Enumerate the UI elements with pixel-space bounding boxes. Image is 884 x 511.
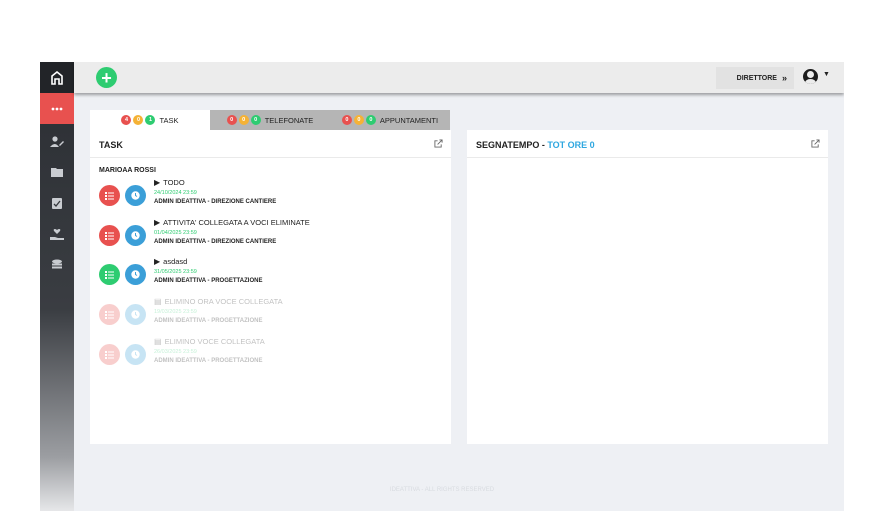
divider [467, 157, 828, 158]
task-title: asdasd [163, 257, 188, 266]
clock-icon[interactable] [125, 225, 146, 246]
sidebar-item-care[interactable] [40, 220, 74, 248]
count-badge-red: 4 [121, 115, 132, 125]
tab-label: TASK [159, 115, 179, 125]
clock-icon[interactable] [125, 185, 146, 206]
role-label: DIRETTORE [736, 74, 777, 82]
clock-icon[interactable] [125, 304, 146, 325]
top-bar: + DIRETTORE » ▼ [74, 62, 844, 93]
chevron-down-icon[interactable]: ▼ [823, 71, 830, 78]
avatar[interactable] [803, 69, 818, 84]
panel-title: TASK [99, 140, 123, 150]
logo[interactable] [40, 62, 74, 93]
count-badge-green: 0 [365, 115, 376, 125]
tab-task[interactable]: 4 0 1 TASK [90, 110, 210, 130]
count-badge-green: 1 [145, 115, 156, 125]
task-date: 31/05/2025 23:59 [154, 269, 197, 275]
task-assignee: ADMIN IDEATTIVA - PROGETTAZIONE [154, 318, 263, 324]
task-item[interactable]: ▶ asdasd 31/05/2025 23:59 ADMIN IDEATTIVA… [99, 257, 419, 293]
count-badge-yellow: 0 [238, 115, 249, 125]
task-date: 24/10/2024 23:59 [154, 190, 197, 196]
count-badge-yellow: 0 [133, 115, 144, 125]
task-panel: TASK MARIOAA ROSSI ▶ TODO 24/10/2024 23:5… [90, 130, 451, 444]
folder-icon [51, 168, 63, 177]
task-item[interactable]: ▶ ATTIVITA' COLLEGATA A VOCI ELIMINATE 01… [99, 218, 419, 254]
add-button[interactable]: + [96, 67, 117, 88]
count-badge-red: 0 [226, 115, 237, 125]
task-title: ELIMINO VOCE COLLEGATA [164, 337, 265, 346]
list-icon[interactable] [99, 264, 120, 285]
tab-label: TELEFONATE [264, 115, 314, 125]
play-circle-icon: ▶ [154, 257, 161, 266]
sidebar-item-tasks[interactable] [40, 189, 74, 217]
house-logo-icon [51, 70, 63, 85]
total-hours: TOT ORE 0 [547, 140, 595, 150]
tab-appuntamenti[interactable]: 0 0 0 APPUNTAMENTI [330, 110, 450, 130]
task-date: 19/03/2025 23:59 [154, 309, 197, 315]
task-title: TODO [163, 178, 185, 187]
user-edit-icon [50, 136, 64, 147]
role-selector[interactable]: DIRETTORE » [716, 67, 794, 89]
sidebar-item-menu[interactable] [40, 93, 74, 124]
task-assignee: ADMIN IDEATTIVA - PROGETTAZIONE [154, 358, 263, 364]
footer: IDEATTIVA - ALL RIGHTS RESERVED [389, 487, 495, 493]
list-icon[interactable] [99, 185, 120, 206]
clipboard-check-icon [52, 198, 62, 209]
document-icon: ▤ [154, 297, 162, 306]
external-link-icon[interactable] [434, 139, 443, 148]
panel-title-text: SEGNATEMPO - [476, 140, 548, 150]
hand-heart-icon [50, 229, 64, 240]
divider [90, 157, 451, 158]
double-chevron-right-icon: » [781, 73, 787, 83]
task-title: ELIMINO ORA VOCE COLLEGATA [164, 297, 283, 306]
sidebar-item-users[interactable] [40, 128, 74, 156]
tab-label: APPUNTAMENTI [379, 115, 439, 125]
play-circle-icon: ▶ [154, 178, 161, 187]
app-window: + DIRETTORE » ▼ 4 0 1 TASK 0 0 0 TELEFON… [40, 62, 844, 511]
task-item[interactable]: ▤ ELIMINO VOCE COLLEGATA 26/03/2025 23:59… [99, 337, 419, 373]
play-circle-icon: ▶ [154, 218, 161, 227]
external-link-icon[interactable] [811, 139, 820, 148]
task-date: 26/03/2025 23:59 [154, 349, 197, 355]
task-item[interactable]: ▤ ELIMINO ORA VOCE COLLEGATA 19/03/2025 2… [99, 297, 419, 333]
list-icon[interactable] [99, 344, 120, 365]
segnatempo-panel: SEGNATEMPO - TOT ORE 0 [467, 130, 828, 444]
document-icon: ▤ [154, 337, 162, 346]
list-icon[interactable] [99, 225, 120, 246]
tab-telefonate[interactable]: 0 0 0 TELEFONATE [210, 110, 330, 130]
clock-icon[interactable] [125, 344, 146, 365]
sidebar [40, 62, 74, 511]
panel-title: SEGNATEMPO - TOT ORE 0 [476, 140, 595, 150]
sidebar-item-finance[interactable] [40, 251, 74, 279]
task-assignee: ADMIN IDEATTIVA - DIREZIONE CANTIERE [154, 239, 277, 245]
task-date: 01/04/2025 23:59 [154, 230, 197, 236]
count-badge-red: 0 [341, 115, 352, 125]
count-badge-yellow: 0 [353, 115, 364, 125]
count-badge-green: 0 [250, 115, 261, 125]
task-title: ATTIVITA' COLLEGATA A VOCI ELIMINATE [163, 218, 310, 227]
sidebar-item-folders[interactable] [40, 158, 74, 186]
dots-icon [51, 107, 63, 110]
task-assignee: ADMIN IDEATTIVA - DIREZIONE CANTIERE [154, 199, 277, 205]
tab-bar: 4 0 1 TASK 0 0 0 TELEFONATE 0 0 0 APPUNT… [90, 110, 451, 130]
coins-icon [52, 259, 62, 269]
clock-icon[interactable] [125, 264, 146, 285]
task-item[interactable]: ▶ TODO 24/10/2024 23:59 ADMIN IDEATTIVA -… [99, 178, 419, 214]
person-name: MARIOAA ROSSI [99, 167, 156, 174]
task-assignee: ADMIN IDEATTIVA - PROGETTAZIONE [154, 278, 263, 284]
list-icon[interactable] [99, 304, 120, 325]
